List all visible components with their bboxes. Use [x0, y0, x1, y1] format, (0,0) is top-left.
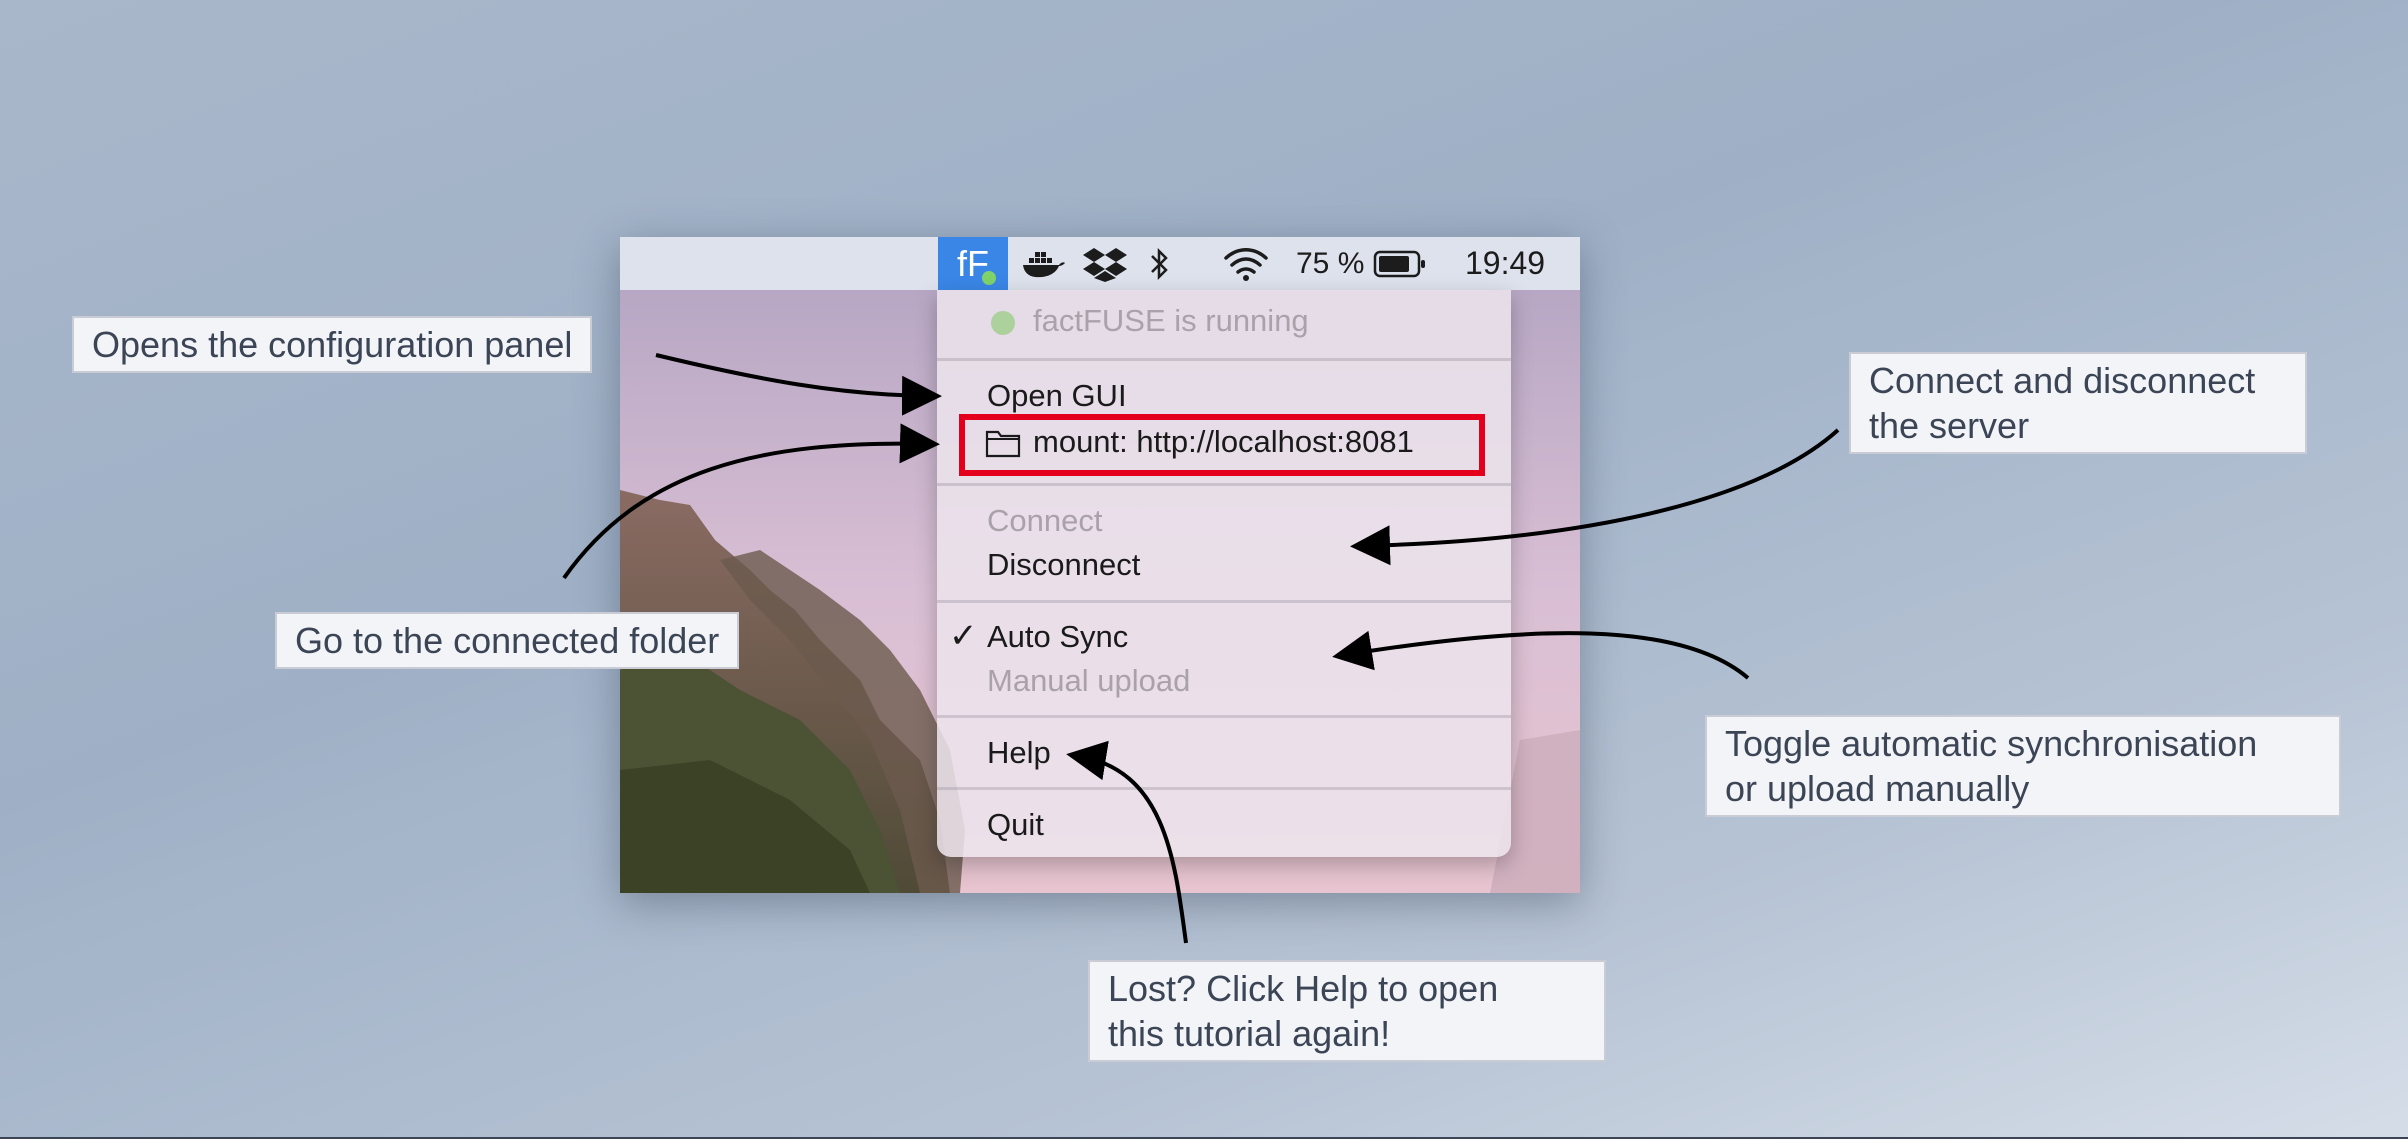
menu-separator: [937, 600, 1511, 603]
note-text-line1: Connect and disconnect: [1869, 360, 2256, 401]
checkmark-icon: ✓: [949, 617, 978, 655]
menu-item-mount[interactable]: mount: http://localhost:8081: [1033, 424, 1414, 460]
menu-item-open-gui[interactable]: Open GUI: [987, 378, 1127, 414]
note-text-line2: this tutorial again!: [1108, 1013, 1391, 1054]
note-toggle-sync: Toggle automatic synchronisation or uplo…: [1705, 715, 2341, 817]
menu-item-connect[interactable]: Connect: [987, 503, 1102, 539]
menu-item-manual-upload[interactable]: Manual upload: [987, 663, 1190, 699]
menu-separator: [937, 483, 1511, 486]
menu-separator: [937, 358, 1511, 361]
folder-icon: [985, 428, 1021, 458]
note-text-line2: the server: [1869, 405, 2030, 446]
running-status-icon: [991, 311, 1015, 335]
docker-icon[interactable]: [1018, 237, 1068, 290]
menu-item-help[interactable]: Help: [987, 735, 1051, 771]
note-help: Lost? Click Help to open this tutorial a…: [1088, 960, 1606, 1062]
menu-item-quit[interactable]: Quit: [987, 807, 1044, 843]
bluetooth-icon[interactable]: [1145, 237, 1175, 290]
factfuse-menu-extra[interactable]: fF: [938, 237, 1008, 290]
screenshot-frame: fF 75 % 19:49 factFUSE is running Open G…: [620, 237, 1580, 893]
note-text-line2: or upload manually: [1725, 768, 2030, 809]
battery-icon[interactable]: [1372, 237, 1428, 290]
note-text: Opens the configuration panel: [92, 324, 573, 365]
note-text-line1: Lost? Click Help to open: [1108, 968, 1499, 1009]
wifi-icon[interactable]: [1218, 237, 1274, 290]
note-goto-folder: Go to the connected folder: [275, 612, 740, 669]
menu-separator: [937, 715, 1511, 718]
note-connect: Connect and disconnect the server: [1849, 352, 2307, 454]
note-text-line1: Toggle automatic synchronisation: [1725, 723, 2258, 764]
menu-status-text: factFUSE is running: [1033, 303, 1309, 338]
status-dot-icon: [980, 269, 998, 287]
menu-bar-clock[interactable]: 19:49: [1465, 237, 1545, 290]
factfuse-dropdown-menu: factFUSE is running Open GUI mount: http…: [937, 290, 1511, 857]
battery-percentage: 75 %: [1296, 246, 1365, 280]
dropbox-icon[interactable]: [1080, 237, 1130, 290]
menu-bar: fF 75 % 19:49: [620, 237, 1580, 290]
menu-item-disconnect[interactable]: Disconnect: [987, 547, 1140, 583]
menu-separator: [937, 787, 1511, 790]
menu-item-auto-sync[interactable]: Auto Sync: [987, 619, 1128, 655]
note-text: Go to the connected folder: [295, 620, 720, 661]
note-open-config: Opens the configuration panel: [72, 316, 593, 373]
